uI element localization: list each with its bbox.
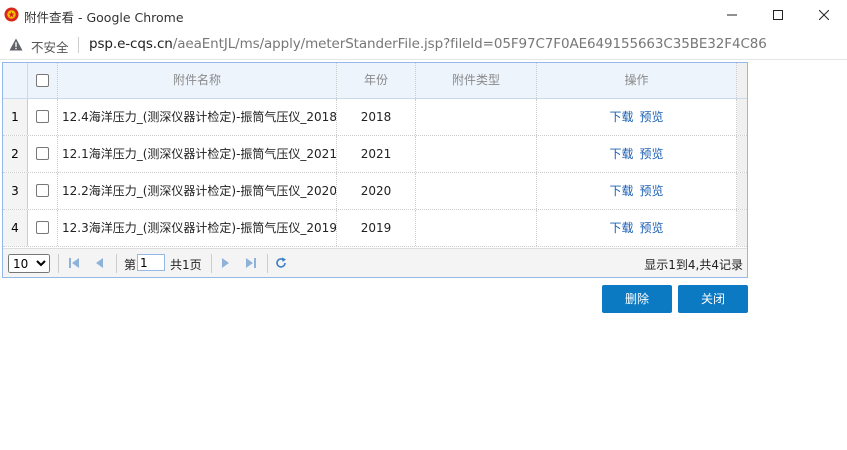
file-name: 12.2海洋压力_(测深仪器计检定)-振筒气压仪_2020 [58,173,337,209]
next-page-icon[interactable] [219,257,231,269]
refresh-icon[interactable] [275,257,287,269]
last-page-icon[interactable] [245,257,257,269]
window-title: 附件查看 - Google Chrome [24,10,184,25]
file-year: 2020 [337,173,416,209]
table-row[interactable]: 3 12.2海洋压力_(测深仪器计检定)-振筒气压仪_2020 2020 下载预… [3,173,747,210]
pager-divider [116,254,117,273]
prev-page-icon[interactable] [94,257,106,269]
scroll-gap [737,136,747,172]
emblem-icon [4,7,19,22]
url-path: /aeaEntJL/ms/apply/meterStanderFile.jsp?… [172,36,767,52]
warning-icon[interactable] [9,38,23,51]
delete-button[interactable]: 删除 [602,285,672,313]
download-link[interactable]: 下载 [609,147,633,161]
row-actions: 下载 预览 [537,136,737,172]
row-actions: 下载 预览 [537,210,737,246]
table-row[interactable]: 4 12.3海洋压力_(测深仪器计检定)-振筒气压仪_2019 2019 下载预… [3,210,747,247]
file-type [416,173,537,209]
select-all-checkbox[interactable] [36,74,49,87]
download-link[interactable]: 下载 [609,221,633,235]
first-page-icon[interactable] [68,257,80,269]
header-actions: 操作 [537,63,737,98]
header-year[interactable]: 年份 [337,63,416,98]
attachment-grid: 附件名称 年份 附件类型 操作 1 12.4海洋压力_(测深仪器计检定)-振筒气… [2,62,748,278]
window-title-bar: 附件查看 - Google Chrome [0,0,847,30]
close-button[interactable]: 关闭 [678,285,748,313]
row-number: 1 [3,99,28,135]
header-select-all [28,63,58,98]
grid-header: 附件名称 年份 附件类型 操作 [3,63,747,99]
row-checkbox[interactable] [36,184,49,197]
table-row[interactable]: 2 12.1海洋压力_(测深仪器计检定)-振筒气压仪_2021 2021 下载预… [3,136,747,173]
preview-link[interactable]: 预览 [640,147,664,161]
page-prefix: 第 [124,258,137,272]
header-file-name[interactable]: 附件名称 [58,63,337,98]
maximize-button[interactable] [755,0,801,30]
close-window-button[interactable] [801,0,847,30]
row-checkbox[interactable] [36,221,49,234]
scroll-gap [737,99,747,135]
file-type [416,99,537,135]
url-host: psp.e-cqs.cn [89,36,173,52]
close-icon [819,10,829,20]
download-link[interactable]: 下载 [609,110,633,124]
url-text[interactable]: psp.e-cqs.cn/aeaEntJL/ms/apply/meterStan… [89,36,767,52]
file-type [416,210,537,246]
preview-link[interactable]: 预览 [640,110,664,124]
security-label[interactable]: 不安全 [31,37,69,56]
row-select [28,173,58,209]
preview-link[interactable]: 预览 [640,221,664,235]
row-select [28,136,58,172]
address-divider [78,37,79,53]
file-type [416,136,537,172]
pager-divider [267,254,268,273]
maximize-icon [773,10,783,20]
row-actions: 下载 预览 [537,173,737,209]
file-name: 12.3海洋压力_(测深仪器计检定)-振筒气压仪_2019 [58,210,337,246]
file-year: 2021 [337,136,416,172]
scroll-gap [737,210,747,246]
page-total: 共1页 [170,258,202,272]
row-number: 2 [3,136,28,172]
file-year: 2019 [337,210,416,246]
download-link[interactable]: 下载 [609,184,633,198]
table-row[interactable]: 1 12.4海洋压力_(测深仪器计检定)-振筒气压仪_2018 2018 下载预… [3,99,747,136]
row-number: 4 [3,210,28,246]
row-number: 3 [3,173,28,209]
file-year: 2018 [337,99,416,135]
header-rownum [3,63,28,98]
address-bar[interactable]: 不安全 psp.e-cqs.cn/aeaEntJL/ms/apply/meter… [0,30,847,60]
pagination-bar: 10 第 共1页 显示1到4,共4记录 [3,248,747,277]
file-name: 12.4海洋压力_(测深仪器计检定)-振筒气压仪_2018 [58,99,337,135]
pager-divider [211,254,212,273]
row-checkbox[interactable] [36,147,49,160]
header-file-type[interactable]: 附件类型 [416,63,537,98]
file-name: 12.1海洋压力_(测深仪器计检定)-振筒气压仪_2021 [58,136,337,172]
minimize-icon [727,14,737,16]
pager-divider [58,254,59,273]
preview-link[interactable]: 预览 [640,184,664,198]
row-actions: 下载 预览 [537,99,737,135]
page-size-select[interactable]: 10 [8,254,50,273]
record-info: 显示1到4,共4记录 [644,258,743,272]
minimize-button[interactable] [709,0,755,30]
header-scroll-gap [737,63,747,98]
page-number-input[interactable] [137,254,165,271]
row-select [28,210,58,246]
row-select [28,99,58,135]
row-checkbox[interactable] [36,110,49,123]
scroll-gap [737,173,747,209]
